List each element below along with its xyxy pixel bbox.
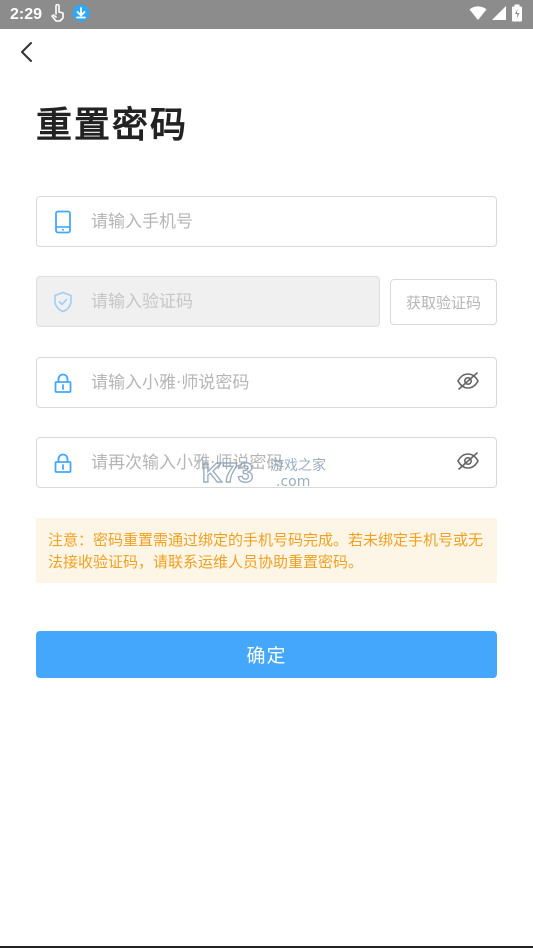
notice-text: 注意：密码重置需通过绑定的手机号码完成。若未绑定手机号或无法接收验证码，请联系运…: [48, 531, 484, 571]
eye-off-icon: [456, 371, 480, 395]
battery-icon: [511, 4, 523, 26]
password-field[interactable]: [36, 357, 497, 408]
touch-icon: [50, 3, 66, 26]
shield-icon: [53, 290, 73, 314]
status-bar: 2:29: [0, 0, 533, 29]
status-time: 2:29: [10, 5, 43, 23]
confirm-button[interactable]: 确定: [36, 631, 497, 678]
lock-icon: [53, 451, 73, 475]
signal-icon: [491, 5, 507, 25]
page-title: 重置密码: [36, 105, 189, 146]
back-button[interactable]: [12, 40, 40, 68]
wifi-icon: [469, 5, 487, 25]
lock-icon: [53, 371, 73, 395]
phone-field[interactable]: [36, 196, 497, 247]
notice-box: 注意：密码重置需通过绑定的手机号码完成。若未绑定手机号或无法接收验证码，请联系运…: [36, 518, 497, 583]
verification-code-field[interactable]: [36, 276, 380, 327]
download-icon: [72, 4, 90, 26]
verification-code-input[interactable]: [91, 277, 379, 326]
phone-icon: [53, 210, 73, 234]
confirm-password-visibility-toggle[interactable]: [456, 451, 480, 475]
confirm-password-field[interactable]: [36, 437, 497, 488]
phone-input[interactable]: [91, 197, 496, 246]
password-visibility-toggle[interactable]: [456, 371, 480, 395]
password-input[interactable]: [91, 358, 456, 407]
eye-off-icon: [456, 451, 480, 475]
chevron-left-icon: [19, 41, 33, 67]
confirm-password-input[interactable]: [91, 438, 456, 487]
get-code-button[interactable]: 获取验证码: [390, 279, 497, 325]
